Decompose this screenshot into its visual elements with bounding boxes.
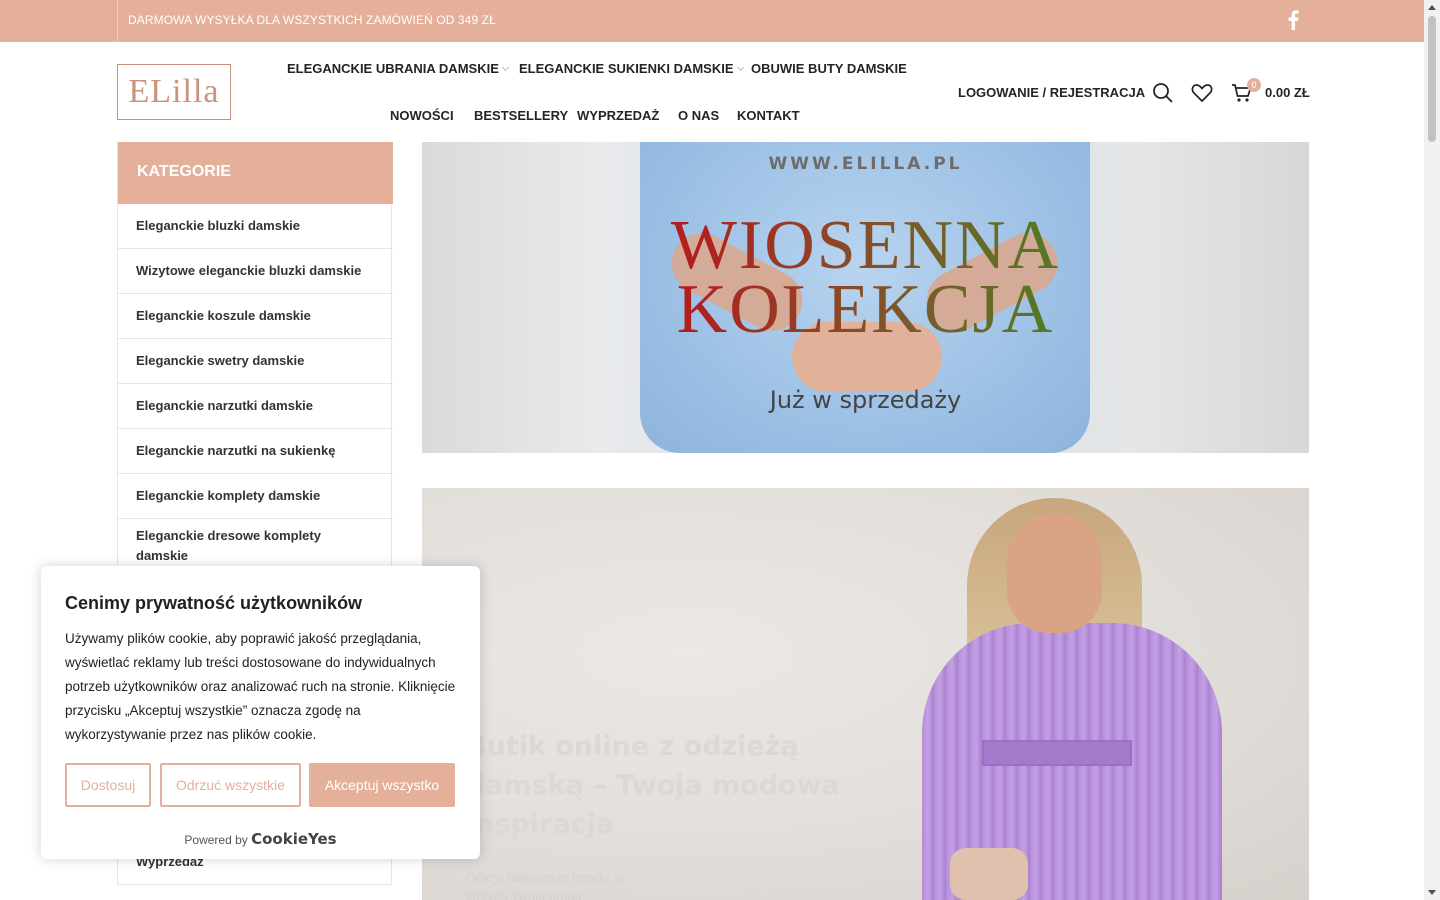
category-list: Eleganckie bluzki damskie Wizytowe elega… xyxy=(118,204,393,581)
banner-headline-line1: WIOSENNA xyxy=(670,207,1061,284)
scroll-thumb[interactable] xyxy=(1428,16,1436,142)
cookie-customize-button[interactable]: Dostosuj xyxy=(65,763,151,807)
login-register-link[interactable]: LOGOWANIE / REJESTRACJA xyxy=(958,85,1145,100)
category-sidebar-title: KATEGORIE xyxy=(118,142,393,204)
category-item[interactable]: Eleganckie komplety damskie xyxy=(118,474,393,519)
nav-eleganckie-ubrania[interactable]: ELEGANCKIE UBRANIA DAMSKIE xyxy=(287,61,509,76)
nav-eleganckie-sukienki[interactable]: ELEGANCKIE SUKIENKI DAMSKIE xyxy=(519,61,744,76)
banner-headline: WIOSENNA KOLEKCJA xyxy=(422,214,1309,342)
dress-belt-image xyxy=(982,740,1132,766)
category-item[interactable]: Eleganckie koszule damskie xyxy=(118,294,393,339)
scroll-up-arrow-icon[interactable] xyxy=(1428,5,1436,10)
nav-nowosci[interactable]: NOWOŚCI xyxy=(390,108,454,123)
nav-wyprzedaz[interactable]: WYPRZEDAŻ xyxy=(577,108,659,123)
chevron-down-icon xyxy=(501,63,509,72)
model-face-image xyxy=(1007,513,1102,633)
cookie-reject-all-button[interactable]: Odrzuć wszystkie xyxy=(160,763,301,807)
banner-tagline: Już w sprzedaży xyxy=(769,386,962,414)
free-shipping-text: DARMOWA WYSYŁKA DLA WSZYSTKICH ZAMÓWIEŃ … xyxy=(128,13,496,27)
category-item[interactable]: Eleganckie narzutki damskie xyxy=(118,384,393,429)
cookie-consent-dialog: Cenimy prywatność użytkowników Używamy p… xyxy=(41,566,480,859)
nav-label: ELEGANCKIE SUKIENKI DAMSKIE xyxy=(519,61,734,76)
nav-obuwie[interactable]: OBUWIE BUTY DAMSKIE xyxy=(751,61,907,76)
wishlist-heart-icon[interactable] xyxy=(1191,82,1213,104)
logo-text: ELilla xyxy=(128,73,220,110)
top-bar-inner: DARMOWA WYSYŁKA DLA WSZYSTKICH ZAMÓWIEŃ … xyxy=(117,0,1308,42)
nav-o-nas[interactable]: O NAS xyxy=(678,108,719,123)
nav-kontakt[interactable]: KONTAKT xyxy=(737,108,800,123)
page-scrollbar[interactable] xyxy=(1424,0,1440,900)
scroll-down-arrow-icon[interactable] xyxy=(1428,890,1436,895)
boutique-hero-banner[interactable]: Butik online z odzieżą damską – Twoja mo… xyxy=(422,488,1309,900)
banner-headline-line2: KOLEKCJA xyxy=(676,271,1055,348)
cookie-title: Cenimy prywatność użytkowników xyxy=(65,593,363,613)
powered-by-label: Powered by xyxy=(184,833,248,847)
category-item[interactable]: Eleganckie bluzki damskie xyxy=(118,204,393,249)
hero-title: Butik online z odzieżą damską – Twoja mo… xyxy=(466,731,840,840)
top-announcement-bar: DARMOWA WYSYŁKA DLA WSZYSTKICH ZAMÓWIEŃ … xyxy=(0,0,1424,42)
banner-site-url: WWW.ELILLA.PL xyxy=(768,154,963,174)
nav-bestsellery[interactable]: BESTSELLERY xyxy=(474,108,568,123)
category-item[interactable]: Eleganckie narzutki na sukienkę xyxy=(118,429,393,474)
category-item[interactable]: Eleganckie swetry damskie xyxy=(118,339,393,384)
hero-subtitle: Odkryj najnowsze trendy, w których Twoja… xyxy=(466,870,624,900)
search-icon[interactable] xyxy=(1152,82,1174,104)
cart-count-badge: 0 xyxy=(1247,78,1261,92)
cookie-accept-all-button[interactable]: Akceptuj wszystko xyxy=(309,763,455,807)
clutch-bag-image xyxy=(950,848,1028,900)
spring-collection-banner[interactable]: WWW.ELILLA.PL WIOSENNA KOLEKCJA Już w sp… xyxy=(422,142,1309,453)
powered-by-cookieyes[interactable]: Powered by CookieYes xyxy=(41,830,480,848)
category-item[interactable]: Wizytowe eleganckie bluzki damskie xyxy=(118,249,393,294)
cart-total[interactable]: 0.00 ZŁ xyxy=(1265,85,1310,100)
facebook-icon[interactable] xyxy=(1286,10,1300,30)
cookie-description: Używamy plików cookie, aby poprawić jako… xyxy=(65,631,456,742)
cookieyes-logo: CookieYes xyxy=(251,830,337,848)
nav-label: ELEGANCKIE UBRANIA DAMSKIE xyxy=(287,61,499,76)
chevron-down-icon xyxy=(736,63,744,72)
site-logo[interactable]: ELilla xyxy=(117,64,231,120)
